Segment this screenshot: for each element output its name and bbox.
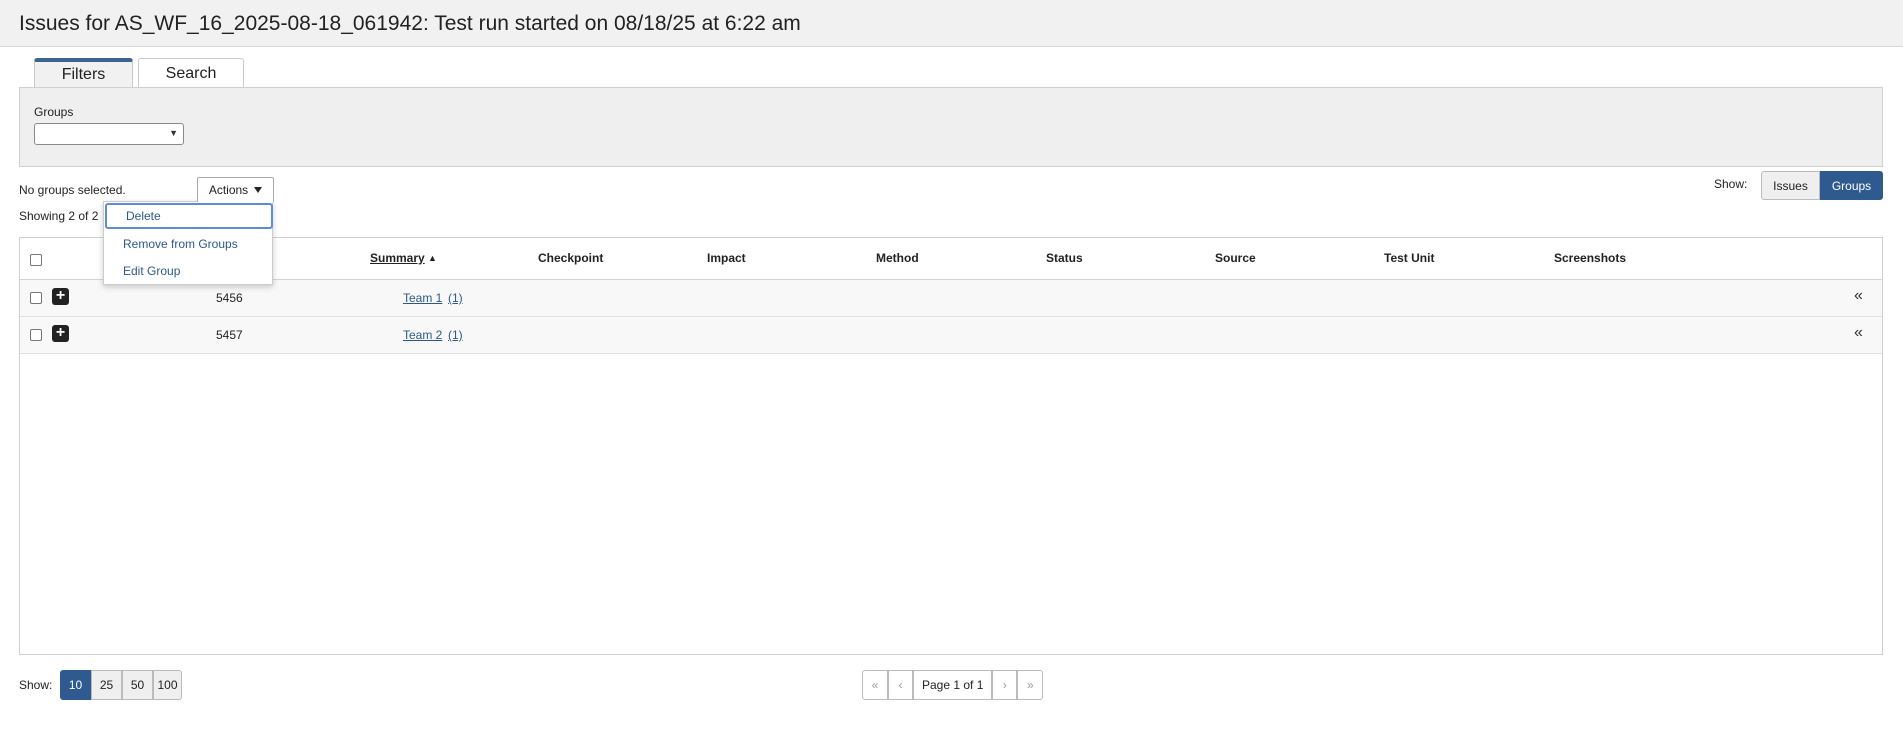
page-size-label: Show: [19, 678, 53, 692]
row-checkbox[interactable] [30, 292, 42, 304]
next-page-icon[interactable]: › [992, 670, 1018, 700]
menu-item-edit-group[interactable]: Edit Group [104, 258, 274, 284]
page-title: Issues for AS_WF_16_2025-08-18_061942: T… [19, 12, 801, 35]
first-page-icon[interactable]: « [862, 670, 888, 700]
caret-down-icon [254, 187, 263, 193]
show-issues-label: Issues [1773, 178, 1808, 193]
table-row: + 5456 Team 1 (1) « [20, 280, 1882, 317]
menu-item-remove-label: Remove from Groups [123, 237, 238, 251]
page-size-50-button[interactable]: 50 [122, 670, 153, 700]
page-size-10-button[interactable]: 10 [60, 670, 91, 700]
selection-status: No groups selected. [19, 183, 126, 197]
actions-menu: Delete Remove from Groups Edit Group [103, 201, 273, 285]
select-all-checkbox[interactable] [30, 254, 42, 266]
menu-item-remove-from-groups[interactable]: Remove from Groups [104, 231, 274, 257]
count-link[interactable]: (1) [448, 291, 463, 305]
show-issues-button[interactable]: Issues [1761, 171, 1820, 200]
collapse-icon[interactable]: « [1854, 324, 1863, 342]
page-size-25-button[interactable]: 25 [91, 670, 122, 700]
groups-select[interactable]: ▼ [34, 123, 184, 145]
menu-item-edit-label: Edit Group [123, 264, 181, 278]
expand-plus-icon[interactable]: + [52, 288, 69, 305]
page-size-100-button[interactable]: 100 [153, 670, 182, 700]
pagination: « ‹ Page 1 of 1 › » [862, 670, 1044, 700]
column-header-summary[interactable]: Summary [370, 251, 425, 265]
groups-label: Groups [34, 105, 74, 119]
page-size-selector: 10 25 50 100 [60, 670, 182, 700]
title-bar: Issues for AS_WF_16_2025-08-18_061942: T… [0, 0, 1903, 47]
row-id: 5456 [216, 291, 243, 305]
groups-table: Summary ▲ Checkpoint Impact Method Statu… [19, 237, 1883, 655]
column-header-method[interactable]: Method [876, 251, 919, 265]
last-page-icon[interactable]: » [1017, 670, 1044, 700]
filters-panel: Groups ▼ [19, 87, 1883, 167]
count-link[interactable]: (1) [448, 328, 463, 342]
page-indicator: Page 1 of 1 [913, 670, 993, 700]
actions-button[interactable]: Actions [197, 177, 274, 202]
column-header-test-unit[interactable]: Test Unit [1384, 251, 1434, 265]
table-row: + 5457 Team 2 (1) « [20, 317, 1882, 354]
menu-item-delete-label: Delete [126, 209, 161, 223]
summary-link[interactable]: Team 2 [403, 328, 442, 342]
column-header-checkpoint[interactable]: Checkpoint [538, 251, 603, 265]
show-toggle-label: Show: [1714, 177, 1748, 191]
show-toggle: Issues Groups [1761, 171, 1883, 201]
collapse-icon[interactable]: « [1854, 287, 1863, 305]
menu-item-delete[interactable]: Delete [105, 203, 273, 229]
column-header-source[interactable]: Source [1215, 251, 1256, 265]
column-header-impact[interactable]: Impact [707, 251, 746, 265]
previous-page-icon[interactable]: ‹ [888, 670, 913, 700]
column-header-status[interactable]: Status [1046, 251, 1083, 265]
row-checkbox[interactable] [30, 329, 42, 341]
table-header: Summary ▲ Checkpoint Impact Method Statu… [20, 238, 1882, 280]
row-id: 5457 [216, 328, 243, 342]
sort-ascending-icon: ▲ [428, 253, 437, 263]
caret-down-icon: ▼ [169, 128, 178, 138]
column-header-screenshots[interactable]: Screenshots [1554, 251, 1626, 265]
expand-plus-icon[interactable]: + [52, 325, 69, 342]
tab-filters-label: Filters [61, 66, 106, 83]
show-groups-button[interactable]: Groups [1820, 171, 1883, 200]
tab-search[interactable]: Search [138, 58, 244, 88]
showing-count: Showing 2 of 2 [19, 209, 99, 223]
tab-search-label: Search [165, 64, 217, 82]
tab-filters[interactable]: Filters [34, 58, 133, 88]
show-groups-label: Groups [1831, 178, 1872, 193]
summary-link[interactable]: Team 1 [403, 291, 442, 305]
actions-label: Actions [208, 183, 249, 197]
